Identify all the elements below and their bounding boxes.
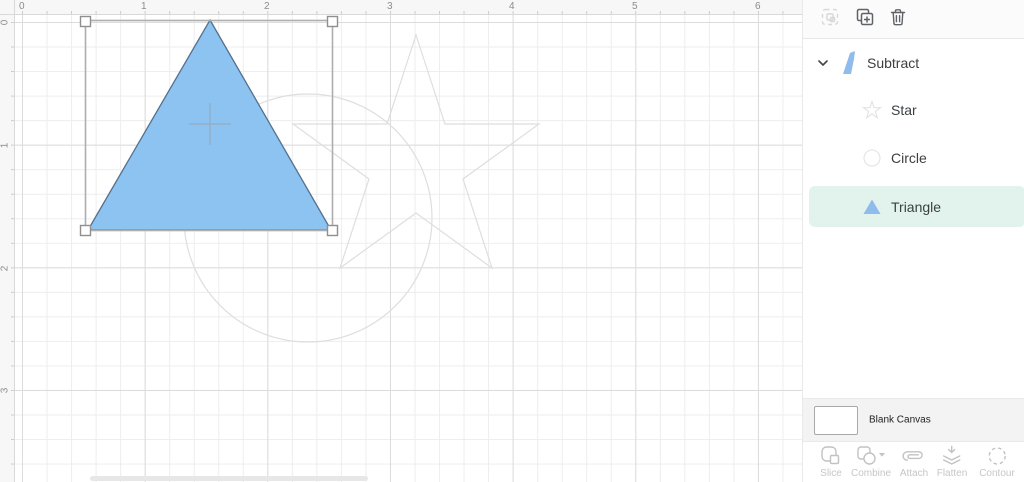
action-label: Attach — [899, 468, 929, 479]
chevron-down-icon[interactable] — [816, 56, 830, 70]
layer-group-label: Subtract — [867, 55, 920, 71]
select-group-icon[interactable] — [820, 7, 840, 27]
ruler-v-label: 2 — [0, 265, 11, 272]
bottom-action-bar: Slice Combine Attach Flatten Contour — [803, 441, 1024, 482]
layer-group-row-subtract[interactable]: Subtract — [803, 44, 1024, 82]
action-label: Combine — [850, 468, 892, 479]
action-label: Flatten — [936, 468, 968, 479]
circle-outline-icon — [862, 148, 882, 168]
ruler-h-label: 5 — [632, 1, 638, 12]
star-outline-icon — [862, 100, 882, 120]
canvas-color-swatch[interactable] — [814, 406, 858, 435]
attach-button[interactable]: Attach — [900, 445, 928, 479]
combine-button[interactable]: Combine — [851, 445, 891, 479]
ruler-v-label: 3 — [0, 387, 11, 394]
slice-button[interactable]: Slice — [819, 445, 843, 479]
ruler-h-label: 0 — [19, 1, 25, 12]
action-label: Slice — [820, 468, 842, 479]
flatten-icon — [937, 445, 968, 467]
flatten-button[interactable]: Flatten — [936, 445, 968, 479]
action-label: Contour — [979, 468, 1015, 479]
selection-handle-bottom-right[interactable] — [326, 224, 339, 237]
layer-row-circle[interactable]: Circle — [803, 139, 1024, 177]
blank-canvas-row[interactable]: Blank Canvas — [803, 398, 1024, 441]
horizontal-ruler — [15, 0, 802, 15]
layer-row-star[interactable]: Star — [803, 91, 1024, 129]
slice-icon — [819, 445, 843, 467]
layers-toolbar — [803, 0, 1024, 39]
ruler-h-label: 6 — [755, 1, 761, 12]
ruler-h-label: 1 — [141, 1, 147, 12]
layer-label: Circle — [891, 150, 927, 166]
trash-icon[interactable] — [888, 7, 908, 27]
layer-row-triangle[interactable]: Triangle — [809, 186, 1024, 227]
ruler-h-label: 4 — [509, 1, 515, 12]
selection-handle-top-right[interactable] — [326, 15, 339, 28]
contour-button[interactable]: Contour — [979, 445, 1015, 479]
layer-label: Star — [891, 102, 917, 118]
blank-canvas-label: Blank Canvas — [869, 414, 931, 426]
combine-icon — [851, 445, 891, 467]
layer-label: Triangle — [891, 198, 942, 215]
ruler-corner — [0, 0, 15, 15]
attach-icon — [900, 445, 928, 467]
selection-handle-top-left[interactable] — [79, 15, 92, 28]
subtract-result-icon — [839, 50, 859, 76]
ruler-v-label: 0 — [0, 19, 11, 26]
ruler-h-label: 2 — [264, 1, 270, 12]
ruler-v-label: 1 — [0, 142, 11, 149]
shape-layer — [79, 15, 541, 343]
triangle-filled-icon — [862, 197, 882, 217]
design-app-window: 0 1 2 3 4 5 6 0 1 2 3 Subtract Star Circ… — [0, 0, 1024, 482]
design-canvas[interactable]: 0 1 2 3 4 5 6 0 1 2 3 — [0, 0, 802, 482]
vertical-ruler — [0, 15, 15, 482]
horizontal-scrollbar[interactable] — [90, 476, 368, 481]
layers-panel: Subtract Star Circle Triangle Blank Canv… — [802, 0, 1024, 482]
ruler-h-label: 3 — [387, 1, 393, 12]
contour-icon — [979, 445, 1015, 467]
duplicate-icon[interactable] — [855, 7, 875, 27]
selection-handle-bottom-left[interactable] — [79, 224, 92, 237]
